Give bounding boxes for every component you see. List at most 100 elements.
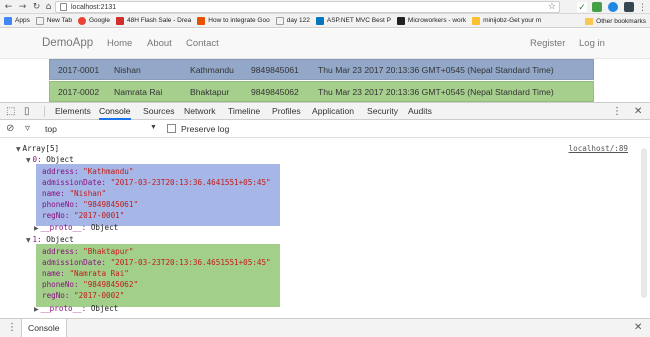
bookmark-integrate[interactable]: How to integrate Goo: [197, 16, 270, 25]
tab-network[interactable]: Network: [184, 103, 216, 120]
bookmark-flash-sale[interactable]: 48H Flash Sale - Drea: [115, 16, 191, 25]
proto-line[interactable]: ▶ __proto__: Object: [34, 303, 118, 314]
cell-name: Namrata Rai: [114, 87, 163, 97]
cell-date: Thu Mar 23 2017 20:13:36 GMT+0545 (Nepal…: [318, 65, 554, 75]
proto-key: __proto__:: [40, 223, 87, 232]
property-line: admissionDate: "2017-03-23T20:13:36.4641…: [42, 177, 271, 188]
bookmark-label: minijobz-Get your m: [483, 17, 542, 24]
cell-regno: 2017-0002: [58, 87, 100, 97]
address-bar[interactable]: localhost:2131 ☆: [55, 1, 560, 13]
close-devtools-icon[interactable]: ✕: [634, 105, 642, 119]
other-bookmarks[interactable]: Other bookmarks: [585, 14, 646, 27]
nav-home[interactable]: Home: [107, 38, 132, 49]
back-icon[interactable]: ←: [3, 1, 14, 13]
bookmark-new-tab[interactable]: New Tab: [35, 16, 72, 25]
site-icon: [396, 16, 405, 25]
nav-login[interactable]: Log in: [579, 38, 605, 49]
property-value: "Bhaktapur": [83, 247, 134, 256]
object-header[interactable]: ▼ 0: Object: [26, 154, 74, 165]
more-options-icon[interactable]: ⋮: [612, 105, 622, 119]
bookmark-label: Apps: [15, 17, 30, 24]
nav-register[interactable]: Register: [530, 38, 565, 49]
table-row: 2017-0001 Nishan Kathmandu 9849845061 Th…: [49, 59, 594, 80]
property-value: "2017-03-23T20:13:36.4641551+05:45": [110, 178, 271, 187]
preserve-log-label: Preserve log: [181, 124, 230, 134]
property-key: regNo:: [42, 291, 70, 300]
bookmark-aspnet[interactable]: ASP.NET MVC Best P: [315, 16, 391, 25]
bookmark-microworkers[interactable]: Microworkers - work: [396, 16, 467, 25]
drawer-menu-icon[interactable]: ⋮: [7, 321, 17, 335]
property-value: "Nishan": [69, 189, 107, 198]
context-selector[interactable]: top: [45, 124, 57, 134]
address-bar-url[interactable]: localhost:2131: [71, 4, 116, 11]
page-icon: [35, 16, 44, 25]
proto-line[interactable]: ▶ __proto__: Object: [34, 222, 118, 233]
property-key: name:: [42, 189, 65, 198]
apps-grid-icon: [4, 16, 12, 25]
tab-audits[interactable]: Audits: [408, 103, 432, 120]
bookmark-day[interactable]: day 122: [275, 16, 310, 25]
clear-console-icon[interactable]: ⊘: [6, 122, 14, 136]
console-output: ▼ Array[5] localhost/:89 ▼ 0: Object add…: [0, 138, 650, 318]
tab-sources[interactable]: Sources: [143, 103, 175, 120]
object-type: Object: [46, 235, 74, 244]
site-icon: [472, 16, 481, 25]
device-toggle-icon[interactable]: ▯: [24, 105, 30, 119]
bookmark-google[interactable]: Google: [78, 16, 110, 25]
nav-contact[interactable]: Contact: [186, 38, 219, 49]
tab-elements[interactable]: Elements: [55, 103, 91, 120]
extension-blue-icon[interactable]: [608, 2, 618, 12]
toolbar-divider: [44, 106, 45, 117]
reload-icon[interactable]: ↻: [31, 1, 42, 13]
proto-key: __proto__:: [40, 304, 87, 313]
other-bookmarks-label: Other bookmarks: [596, 17, 646, 25]
devtools-drawer: ⋮ Console ✕: [0, 318, 650, 337]
property-line: regNo: "2017-0001": [42, 210, 124, 221]
extension-dark-icon[interactable]: [624, 2, 634, 12]
nav-about[interactable]: About: [147, 38, 172, 49]
page-content: 2017-0001 Nishan Kathmandu 9849845061 Th…: [0, 59, 650, 102]
site-icon: [115, 16, 124, 25]
bookmark-label: Microworkers - work: [407, 17, 467, 24]
bookmark-apps[interactable]: Apps: [4, 16, 30, 25]
cell-address: Kathmandu: [190, 65, 234, 75]
tab-profiles[interactable]: Profiles: [272, 103, 301, 120]
extension-green-box-icon[interactable]: [592, 2, 602, 12]
property-key: regNo:: [42, 211, 70, 220]
tab-application[interactable]: Application: [312, 103, 354, 120]
extension-green-icon[interactable]: ✓: [577, 2, 587, 12]
app-brand[interactable]: DemoApp: [42, 37, 93, 49]
tab-security[interactable]: Security: [367, 103, 398, 120]
tab-timeline[interactable]: Timeline: [228, 103, 260, 120]
preserve-log-checkbox[interactable]: [167, 124, 176, 133]
property-key: admissionDate:: [42, 258, 107, 267]
context-dropdown-icon[interactable]: ▼: [150, 124, 157, 131]
app-navbar: DemoApp Home About Contact Register Log …: [0, 29, 650, 59]
property-value: "9849845061": [83, 200, 139, 209]
table-row: 2017-0002 Namrata Rai Bhaktapur 98498450…: [49, 81, 594, 102]
bookmark-label: Google: [89, 17, 110, 24]
property-key: address:: [42, 167, 79, 176]
forward-icon[interactable]: →: [17, 1, 28, 13]
source-link[interactable]: localhost/:89: [569, 143, 628, 154]
browser-menu-icon[interactable]: ⋮: [638, 1, 647, 13]
property-line: phoneNo: "9849845062": [42, 279, 138, 290]
page-icon: [60, 3, 67, 11]
console-array-line[interactable]: ▼ Array[5]: [16, 143, 59, 154]
tab-console[interactable]: Console: [99, 103, 131, 120]
filter-icon[interactable]: ▿: [25, 122, 30, 136]
cell-phone: 9849845062: [251, 87, 299, 97]
console-filter-bar: ⊘ ▿ top ▼ Preserve log: [0, 120, 650, 138]
inspect-element-icon[interactable]: ⬚: [6, 105, 15, 119]
property-value: "Namrata Rai": [69, 269, 129, 278]
property-line: regNo: "2017-0002": [42, 290, 124, 301]
drawer-tab-console[interactable]: Console: [21, 319, 67, 337]
bookmark-star-icon[interactable]: ☆: [548, 1, 556, 12]
cell-regno: 2017-0001: [58, 65, 100, 75]
home-icon[interactable]: ⌂: [43, 1, 54, 13]
bookmark-minijobz[interactable]: minijobz-Get your m: [472, 16, 542, 25]
close-drawer-icon[interactable]: ✕: [634, 321, 642, 335]
console-scrollbar[interactable]: [641, 148, 647, 298]
object-header[interactable]: ▼ 1: Object: [26, 234, 74, 245]
proto-value: Object: [90, 223, 119, 232]
